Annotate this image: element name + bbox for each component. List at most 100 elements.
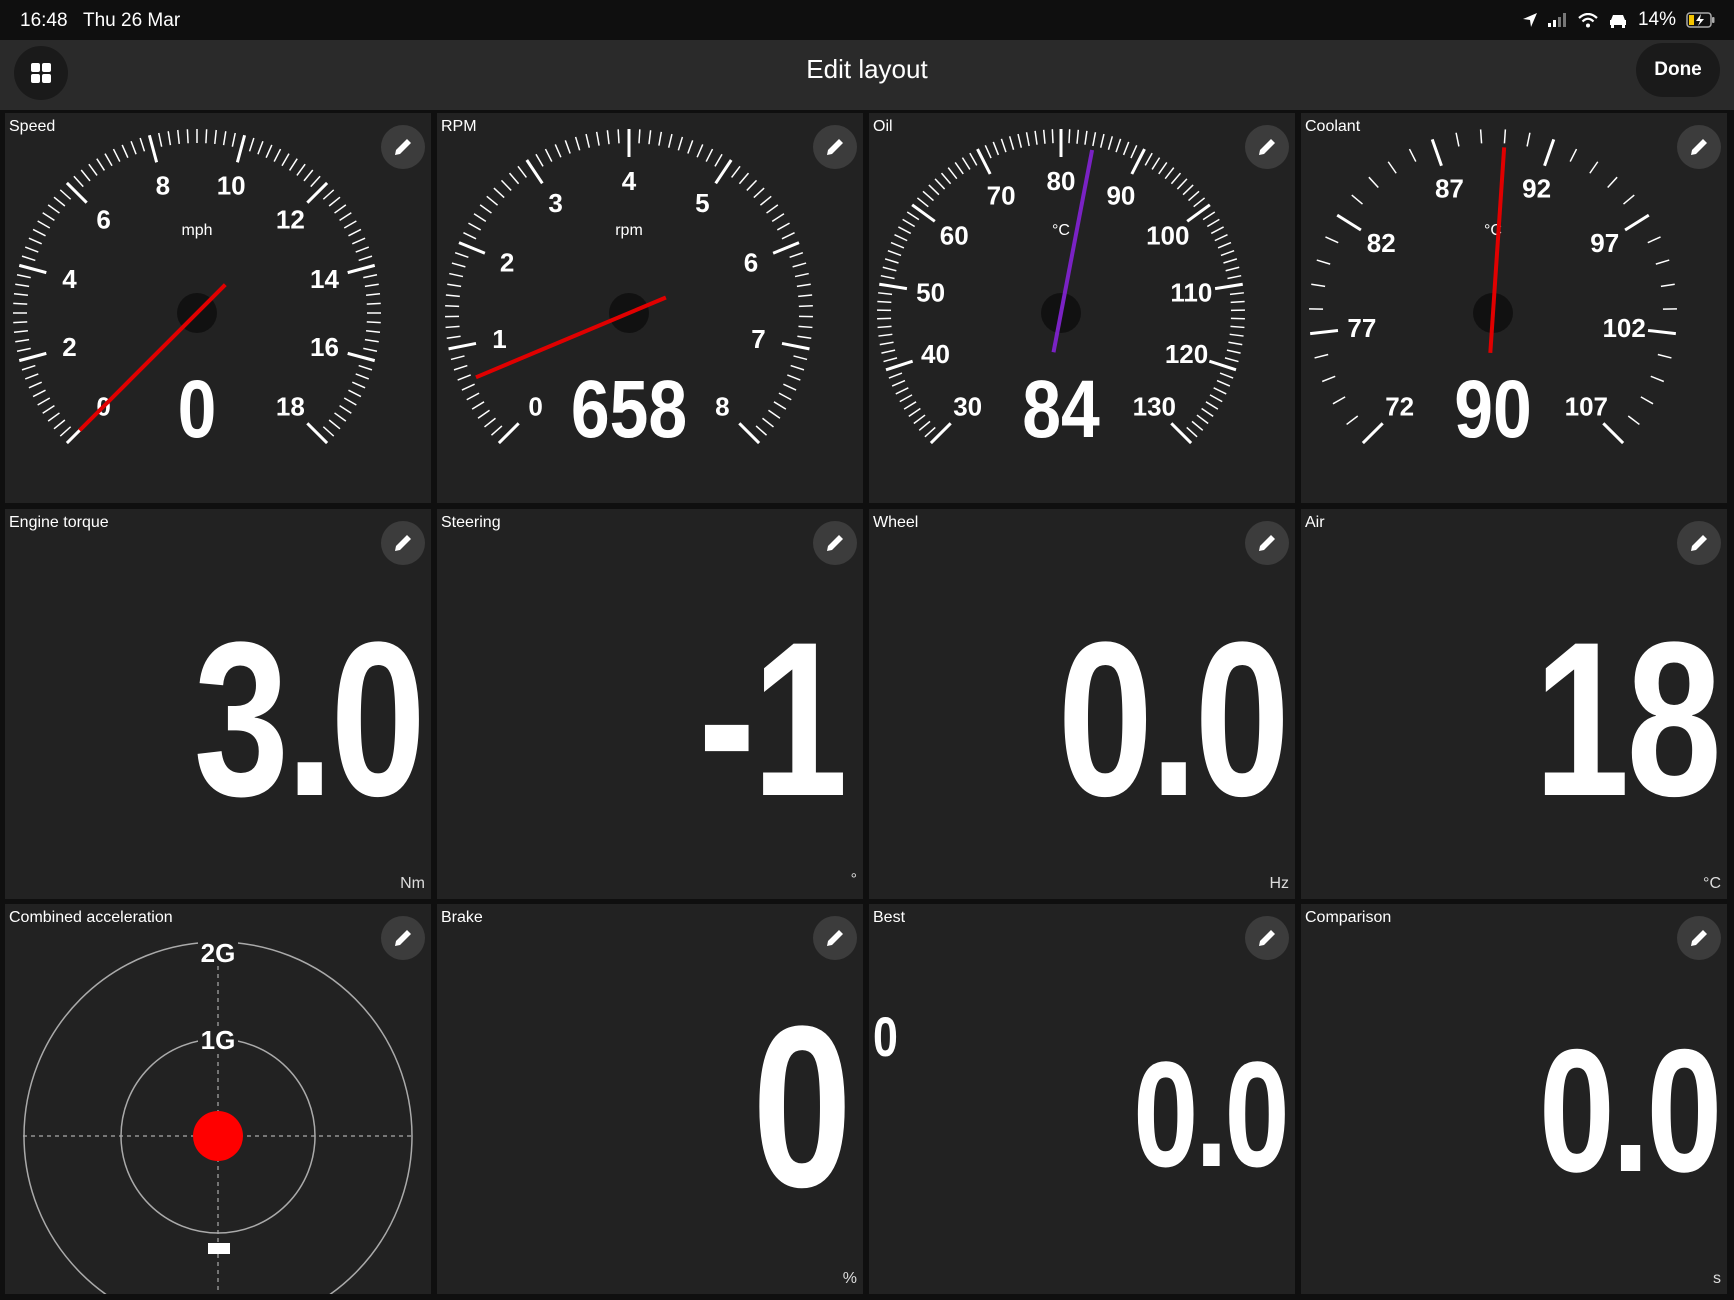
minor-tick — [934, 178, 946, 190]
minor-tick — [787, 374, 801, 381]
minor-tick — [1144, 152, 1153, 166]
tick-label: 2 — [500, 247, 514, 277]
major-tick — [458, 241, 486, 255]
minor-tick — [231, 132, 236, 147]
numeric-tile-steering[interactable]: Steering -1 ° — [437, 509, 863, 899]
numeric-tile-engine-torque[interactable]: Engine torque 3.0 Nm — [5, 509, 431, 899]
minor-tick — [1321, 375, 1336, 383]
tick-label: 82 — [1367, 228, 1396, 258]
minor-tick — [1623, 194, 1635, 205]
minor-tick — [906, 211, 920, 221]
minor-tick — [281, 153, 290, 167]
gauge-tile-speed[interactable]: 024681012141618mph0 Speed — [5, 113, 431, 503]
accel-ring-label: 2G — [201, 938, 236, 968]
gauge-tile-oil[interactable]: 30 40 50 60 70 80 90 100 110 120 130 °C 84 Oil — [869, 113, 1295, 503]
pencil-icon — [395, 930, 411, 946]
tile-title: Engine torque — [9, 514, 109, 531]
minor-tick — [343, 220, 357, 229]
edit-tile-button[interactable] — [381, 125, 425, 169]
minor-tick — [1479, 129, 1483, 144]
minor-tick — [15, 338, 30, 343]
minor-tick — [667, 133, 673, 148]
numeric-tile-best[interactable]: Best 0 0.0 — [869, 904, 1295, 1294]
tile-value: 0.0 — [1538, 1014, 1723, 1209]
cellular-signal-icon — [1547, 13, 1566, 27]
minor-tick — [1092, 132, 1097, 147]
numeric-tile-comparison[interactable]: Comparison 0.0 s — [1301, 904, 1727, 1294]
minor-tick — [59, 189, 72, 200]
minor-tick — [766, 204, 779, 214]
major-tick — [235, 134, 247, 163]
minor-tick — [355, 246, 370, 253]
major-tick — [781, 341, 810, 351]
minor-tick — [365, 330, 381, 333]
minor-tick — [1025, 132, 1030, 147]
minor-tick — [924, 426, 936, 438]
edit-tile-button[interactable] — [1245, 521, 1289, 565]
edit-tile-button[interactable] — [813, 125, 857, 169]
minor-tick — [16, 274, 31, 279]
major-tick — [1208, 359, 1237, 372]
minor-tick — [273, 148, 282, 162]
pencil-icon — [827, 139, 843, 155]
minor-tick — [479, 204, 492, 214]
page-title: Edit layout — [806, 54, 928, 84]
minor-tick — [794, 272, 809, 278]
edit-tile-button[interactable] — [381, 521, 425, 565]
done-button[interactable]: Done — [1636, 43, 1720, 97]
edit-tile-button[interactable] — [1677, 521, 1721, 565]
major-tick — [911, 203, 936, 223]
edit-tile-button[interactable] — [813, 916, 857, 960]
minor-tick — [1332, 396, 1346, 405]
minor-tick — [477, 409, 490, 419]
tile-value: 0 — [752, 978, 852, 1235]
tick-label: 130 — [1133, 391, 1176, 421]
major-tick — [1430, 138, 1443, 167]
minor-tick — [880, 274, 895, 280]
minor-tick — [205, 129, 208, 144]
major-tick — [1214, 282, 1243, 291]
minor-tick — [112, 148, 121, 162]
gauge-tile-rpm[interactable]: 0 1 2 3 4 5 6 7 8 rpm 658 RPM — [437, 113, 863, 503]
numeric-tile-brake[interactable]: Brake 0 % — [437, 904, 863, 1294]
minor-tick — [461, 383, 475, 391]
edit-tile-button[interactable] — [813, 521, 857, 565]
numeric-tile-wheel[interactable]: Wheel 0.0 Hz — [869, 509, 1295, 899]
tile-title: Coolant — [1305, 118, 1361, 135]
minor-tick — [1226, 349, 1241, 354]
tile-title: Combined acceleration — [9, 909, 173, 926]
tick-label: 97 — [1590, 228, 1619, 258]
gauge-tile-coolant[interactable]: 72 77 82 87 92 97 102 107 °C 90 Coolant — [1301, 113, 1727, 503]
accel-tile[interactable]: 2G 1G Combined acceleration — [5, 904, 431, 1294]
minor-tick — [738, 172, 750, 185]
minor-tick — [1193, 197, 1206, 208]
minor-tick — [1230, 325, 1245, 329]
minor-tick — [1115, 138, 1122, 153]
minor-tick — [1627, 415, 1640, 426]
tick-label: 4 — [622, 166, 637, 196]
minor-tick — [1042, 129, 1046, 144]
minor-tick — [1205, 401, 1219, 410]
edit-tile-button[interactable] — [1245, 125, 1289, 169]
minor-tick — [37, 397, 51, 406]
numeric-tile-air[interactable]: Air 18 °C — [1301, 509, 1727, 899]
minor-tick — [1188, 190, 1200, 202]
minor-tick — [731, 165, 741, 178]
edit-tile-button[interactable] — [381, 916, 425, 960]
edit-tile-button[interactable] — [1245, 916, 1289, 960]
minor-tick — [365, 293, 381, 296]
minor-tick — [883, 357, 898, 363]
minor-tick — [877, 325, 892, 329]
minor-tick — [32, 228, 46, 237]
edit-tile-button[interactable] — [1677, 916, 1721, 960]
minor-tick — [24, 246, 39, 253]
gauge-unit: mph — [181, 222, 212, 239]
major-tick — [772, 241, 800, 255]
tick-label: 50 — [916, 277, 945, 307]
minor-tick — [473, 213, 487, 222]
edit-tile-button[interactable] — [1677, 125, 1721, 169]
minor-tick — [1099, 133, 1105, 148]
minor-tick — [1228, 341, 1243, 346]
minor-tick — [1660, 283, 1675, 288]
minor-tick — [753, 187, 765, 199]
